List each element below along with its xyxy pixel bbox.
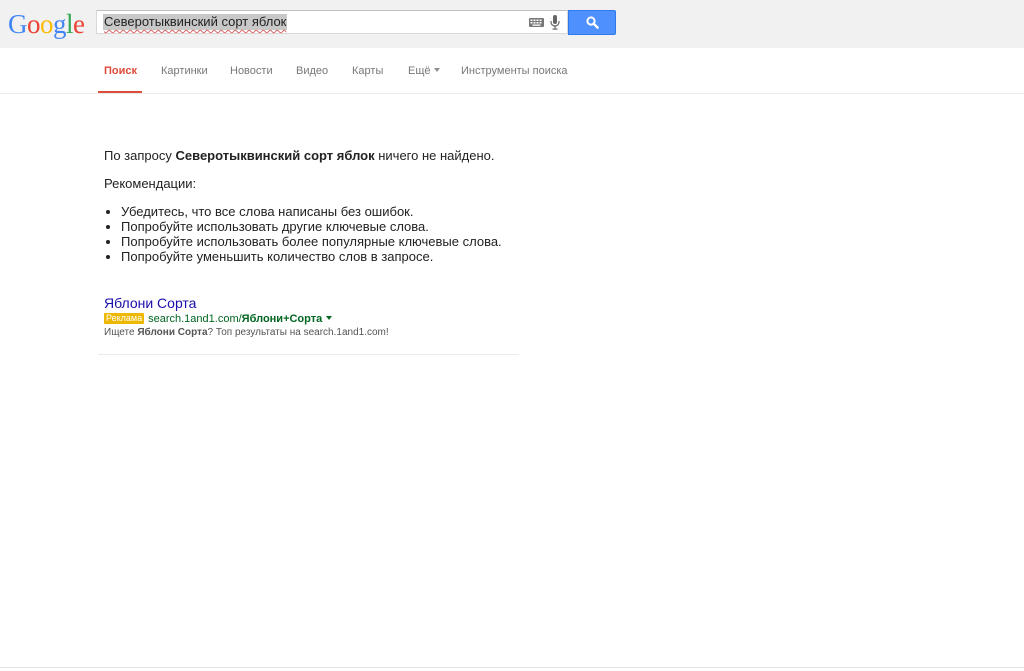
recommendations-title: Рекомендации: bbox=[104, 176, 197, 191]
search-tabs: Поиск Картинки Новости Видео Карты Ещё И… bbox=[0, 48, 1024, 94]
ad-badge: Реклама bbox=[104, 313, 145, 324]
ad-url-domain: search.1and1.com/ bbox=[148, 313, 242, 325]
footer-divider bbox=[0, 667, 1024, 668]
keyboard-icon[interactable] bbox=[529, 18, 544, 27]
no-results-message: По запросу Северотыквинский сорт яблок н… bbox=[104, 148, 624, 164]
ad-description: Ищете Яблони Сорта? Топ результаты на se… bbox=[104, 326, 520, 340]
logo-letter: g bbox=[53, 9, 67, 39]
tab-images[interactable]: Картинки bbox=[161, 64, 208, 78]
search-input[interactable]: Северотыквинский сорт яблок bbox=[103, 14, 288, 30]
ad-url-path: Яблони+Сорта bbox=[241, 313, 323, 325]
logo-letter: G bbox=[8, 9, 28, 39]
active-tab-indicator bbox=[98, 91, 142, 93]
ad-desc-bold: Яблони Сорта bbox=[137, 327, 208, 338]
logo-letter: o bbox=[27, 9, 41, 39]
ad-options-caret-icon[interactable] bbox=[326, 316, 333, 320]
list-item: Убедитесь, что все слова написаны без ош… bbox=[121, 204, 624, 219]
google-logo[interactable]: Google bbox=[8, 8, 85, 40]
list-item: Попробуйте использовать другие ключевые … bbox=[121, 219, 624, 234]
logo-letter: o bbox=[40, 9, 54, 39]
tab-search-tools[interactable]: Инструменты поиска bbox=[461, 64, 568, 78]
search-button[interactable] bbox=[568, 10, 616, 35]
tab-news[interactable]: Новости bbox=[230, 64, 273, 78]
tab-search[interactable]: Поиск bbox=[104, 64, 137, 78]
no-results-query: Северотыквинский сорт яблок bbox=[175, 148, 375, 163]
tab-video[interactable]: Видео bbox=[296, 64, 328, 78]
chevron-down-icon bbox=[433, 68, 440, 72]
search-icon bbox=[586, 16, 599, 29]
ad-url-line: Реклама search.1and1.com/Яблони+Сорта bbox=[104, 313, 520, 326]
ad-desc-start: Ищете bbox=[104, 327, 138, 338]
recommendations-list: Убедитесь, что все слова написаны без ош… bbox=[104, 204, 624, 264]
no-results-suffix: ничего не найдено. bbox=[374, 148, 495, 163]
ad-desc-end: ? Топ результаты на search.1and1.com! bbox=[207, 327, 389, 338]
header-bar: Google Северотыквинский сорт яблок bbox=[0, 0, 1024, 48]
no-results-prefix: По запросу bbox=[104, 148, 176, 163]
list-item: Попробуйте использовать более популярные… bbox=[121, 234, 624, 249]
search-box[interactable]: Северотыквинский сорт яблок bbox=[96, 10, 568, 34]
microphone-icon[interactable] bbox=[550, 15, 560, 30]
logo-letter: l bbox=[66, 9, 74, 39]
list-item: Попробуйте уменьшить количество слов в з… bbox=[121, 249, 624, 264]
results-area: По запросу Северотыквинский сорт яблок н… bbox=[104, 148, 624, 338]
tab-more[interactable]: Ещё bbox=[408, 64, 440, 78]
tab-more-label: Ещё bbox=[408, 65, 431, 77]
results-divider bbox=[98, 354, 519, 355]
tab-maps[interactable]: Карты bbox=[352, 64, 383, 78]
logo-letter: e bbox=[73, 9, 85, 39]
ad-title-link[interactable]: Яблони Сорта bbox=[104, 294, 196, 312]
ad-result: Яблони Сорта Реклама search.1and1.com/Ябл… bbox=[104, 294, 520, 340]
ad-url: search.1and1.com/Яблони+Сорта bbox=[148, 313, 322, 325]
